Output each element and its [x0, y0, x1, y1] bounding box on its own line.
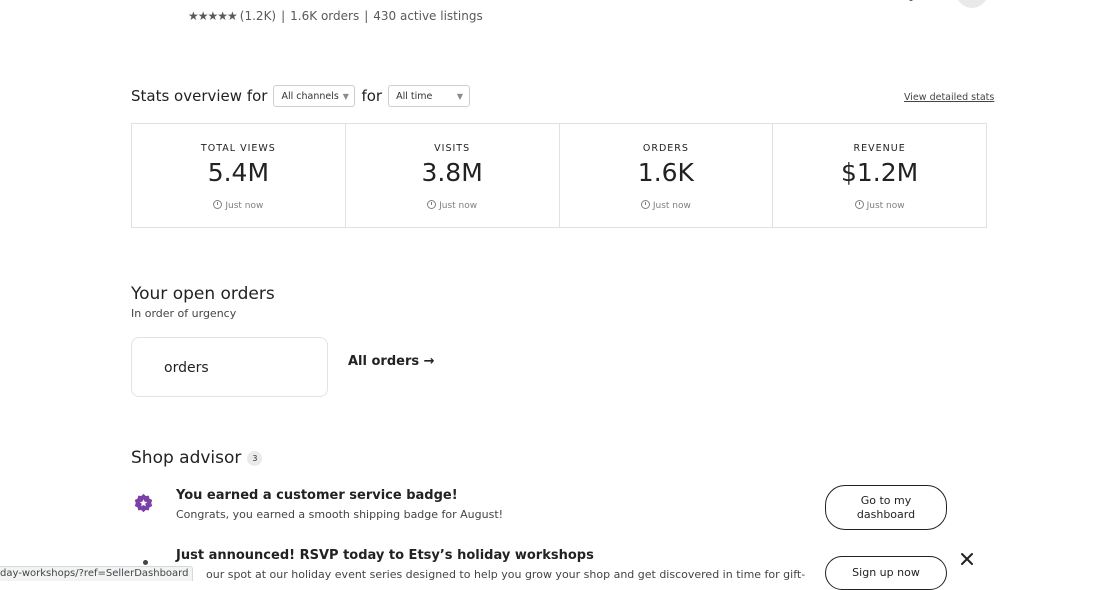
orders-card-label: orders: [164, 360, 209, 376]
stat-value: 3.8M: [421, 158, 483, 187]
advisor-item-description: our spot at our holiday event series des…: [206, 568, 806, 581]
orders-count: 1.6K orders: [290, 9, 360, 23]
stat-updated: Just now: [560, 200, 773, 211]
clock-icon: [213, 200, 223, 209]
advisor-count-badge: 3: [247, 450, 263, 466]
channel-select[interactable]: All channels ▼: [273, 85, 356, 107]
stat-label: TOTAL VIEWS: [200, 143, 276, 154]
stat-label: REVENUE: [853, 143, 906, 154]
caret-down-icon: ▼: [342, 91, 349, 101]
stat-card-revenue[interactable]: REVENUE $1.2M Just now: [773, 124, 986, 227]
stat-updated: Just now: [346, 200, 559, 211]
clock-icon: [854, 200, 864, 209]
separator: |: [364, 9, 369, 23]
stat-card-total-views[interactable]: TOTAL VIEWS 5.4M Just now: [132, 124, 346, 227]
stat-card-orders[interactable]: ORDERS 1.6K Just now: [560, 124, 774, 227]
stat-label: ORDERS: [642, 143, 689, 154]
bullet-icon: [143, 560, 148, 565]
stat-card-visits[interactable]: VISITS 3.8M Just now: [346, 124, 560, 227]
channel-select-value: All channels: [281, 90, 339, 102]
time-select-value: All time: [396, 90, 433, 102]
stats-title: Stats overview for: [131, 87, 268, 105]
open-orders-subtitle: In order of urgency: [131, 307, 237, 320]
menu-dot-icon: [909, 0, 913, 1]
award-badge-icon: [134, 493, 153, 513]
all-orders-link[interactable]: All orders →: [348, 354, 435, 369]
listings-count: 430 active listings: [373, 9, 483, 23]
stats-grid: TOTAL VIEWS 5.4M Just now VISITS 3.8M Ju…: [131, 123, 987, 228]
separator: |: [281, 9, 286, 23]
open-orders-title: Your open orders: [131, 284, 275, 304]
shop-advisor-title: Shop advisor 3: [131, 448, 263, 468]
shop-rating-row: ★★★★★ (1.2K) | 1.6K orders | 430 active …: [188, 9, 483, 23]
advisor-item-title: You earned a customer service badge!: [176, 488, 458, 503]
view-detailed-stats-link[interactable]: View detailed stats: [904, 92, 994, 103]
rating-count: (1.2K): [239, 9, 277, 23]
close-icon[interactable]: [958, 550, 976, 568]
orders-card[interactable]: [131, 337, 328, 397]
avatar[interactable]: [956, 0, 988, 8]
stats-overview-header: Stats overview for All channels ▼ for Al…: [131, 85, 476, 107]
stat-value: $1.2M: [841, 158, 919, 187]
advisor-item-description: Congrats, you earned a smooth shipping b…: [176, 508, 504, 521]
advisor-item-title: Just announced! RSVP today to Etsy’s hol…: [176, 548, 594, 563]
go-to-dashboard-button[interactable]: Go to my dashboard: [825, 485, 947, 530]
browser-status-url: day-workshops/?ref=SellerDashboard: [0, 566, 194, 581]
clock-icon: [427, 200, 437, 209]
for-label: for: [361, 87, 383, 105]
sign-up-now-button[interactable]: Sign up now: [825, 556, 947, 590]
clock-icon: [640, 200, 650, 209]
stat-updated: Just now: [132, 200, 345, 211]
shop-advisor-heading: Shop advisor: [131, 448, 242, 468]
stat-value: 1.6K: [637, 158, 694, 187]
star-rating-icon: ★★★★★: [188, 9, 238, 23]
caret-down-icon: ▼: [456, 91, 464, 101]
stat-label: VISITS: [434, 143, 471, 154]
stat-updated: Just now: [773, 200, 986, 211]
stat-value: 5.4M: [207, 158, 270, 187]
time-select[interactable]: All time ▼: [388, 85, 471, 107]
